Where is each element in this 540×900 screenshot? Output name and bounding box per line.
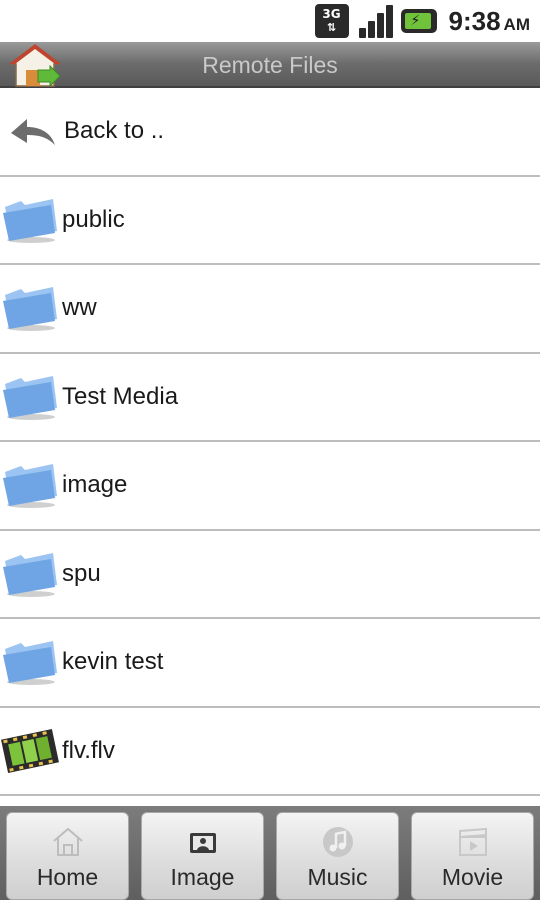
list-item[interactable]: public	[0, 177, 540, 265]
film-icon	[0, 721, 60, 781]
back-label: Back to ..	[64, 117, 165, 145]
item-name: image	[62, 471, 128, 499]
folder-icon	[0, 190, 60, 250]
item-name: public	[62, 205, 125, 233]
tab-home[interactable]: Home	[6, 812, 129, 900]
image-icon	[142, 825, 263, 861]
network-3g-icon: 3G ⇅	[314, 4, 349, 38]
movie-icon	[412, 825, 533, 861]
network-type: 3G	[322, 7, 341, 21]
item-name: spu	[62, 559, 101, 587]
clock-ampm: AM	[503, 14, 530, 34]
tab-image[interactable]: Image	[141, 812, 264, 900]
tab-movie-label: Movie	[441, 864, 504, 890]
item-name: flv.flv	[62, 736, 115, 764]
list-item[interactable]: kevin test	[0, 619, 540, 708]
page-title: Remote Files	[202, 52, 338, 78]
battery-charging-icon: ⚡	[400, 9, 437, 33]
list-item[interactable]: spu	[0, 531, 540, 619]
file-list: Back to .. public ww Test Media image sp…	[0, 88, 540, 796]
item-name: kevin test	[62, 648, 164, 676]
tab-music[interactable]: Music	[276, 812, 399, 900]
item-name: ww	[62, 294, 97, 322]
list-item[interactable]: Test Media	[0, 354, 540, 442]
list-item[interactable]: image	[0, 442, 540, 531]
list-item[interactable]: ww	[0, 265, 540, 354]
clock-time: 9:38	[448, 5, 501, 36]
folder-icon	[0, 544, 60, 604]
clock: 9:38 AM	[449, 6, 531, 37]
back-arrow-icon	[2, 101, 62, 161]
title-bar: Remote Files	[0, 42, 540, 88]
item-name: Test Media	[62, 382, 179, 410]
folder-icon	[0, 632, 60, 692]
tab-home-label: Home	[36, 864, 99, 890]
tab-movie[interactable]: Movie	[411, 812, 534, 900]
signal-strength-icon	[357, 4, 393, 38]
folder-icon	[0, 278, 60, 338]
home-icon	[7, 825, 128, 861]
status-bar: 3G ⇅ ⚡ 9:38 AM	[0, 0, 540, 42]
tab-music-label: Music	[307, 864, 368, 890]
back-row[interactable]: Back to ..	[0, 88, 540, 177]
folder-icon	[0, 455, 60, 515]
music-icon	[277, 825, 398, 861]
folder-icon	[0, 367, 60, 427]
bottom-toolbar: Home Image Music Movie	[0, 806, 540, 900]
home-exit-icon[interactable]	[6, 42, 64, 88]
list-item[interactable]: flv.flv	[0, 708, 540, 796]
tab-image-label: Image	[170, 864, 235, 890]
